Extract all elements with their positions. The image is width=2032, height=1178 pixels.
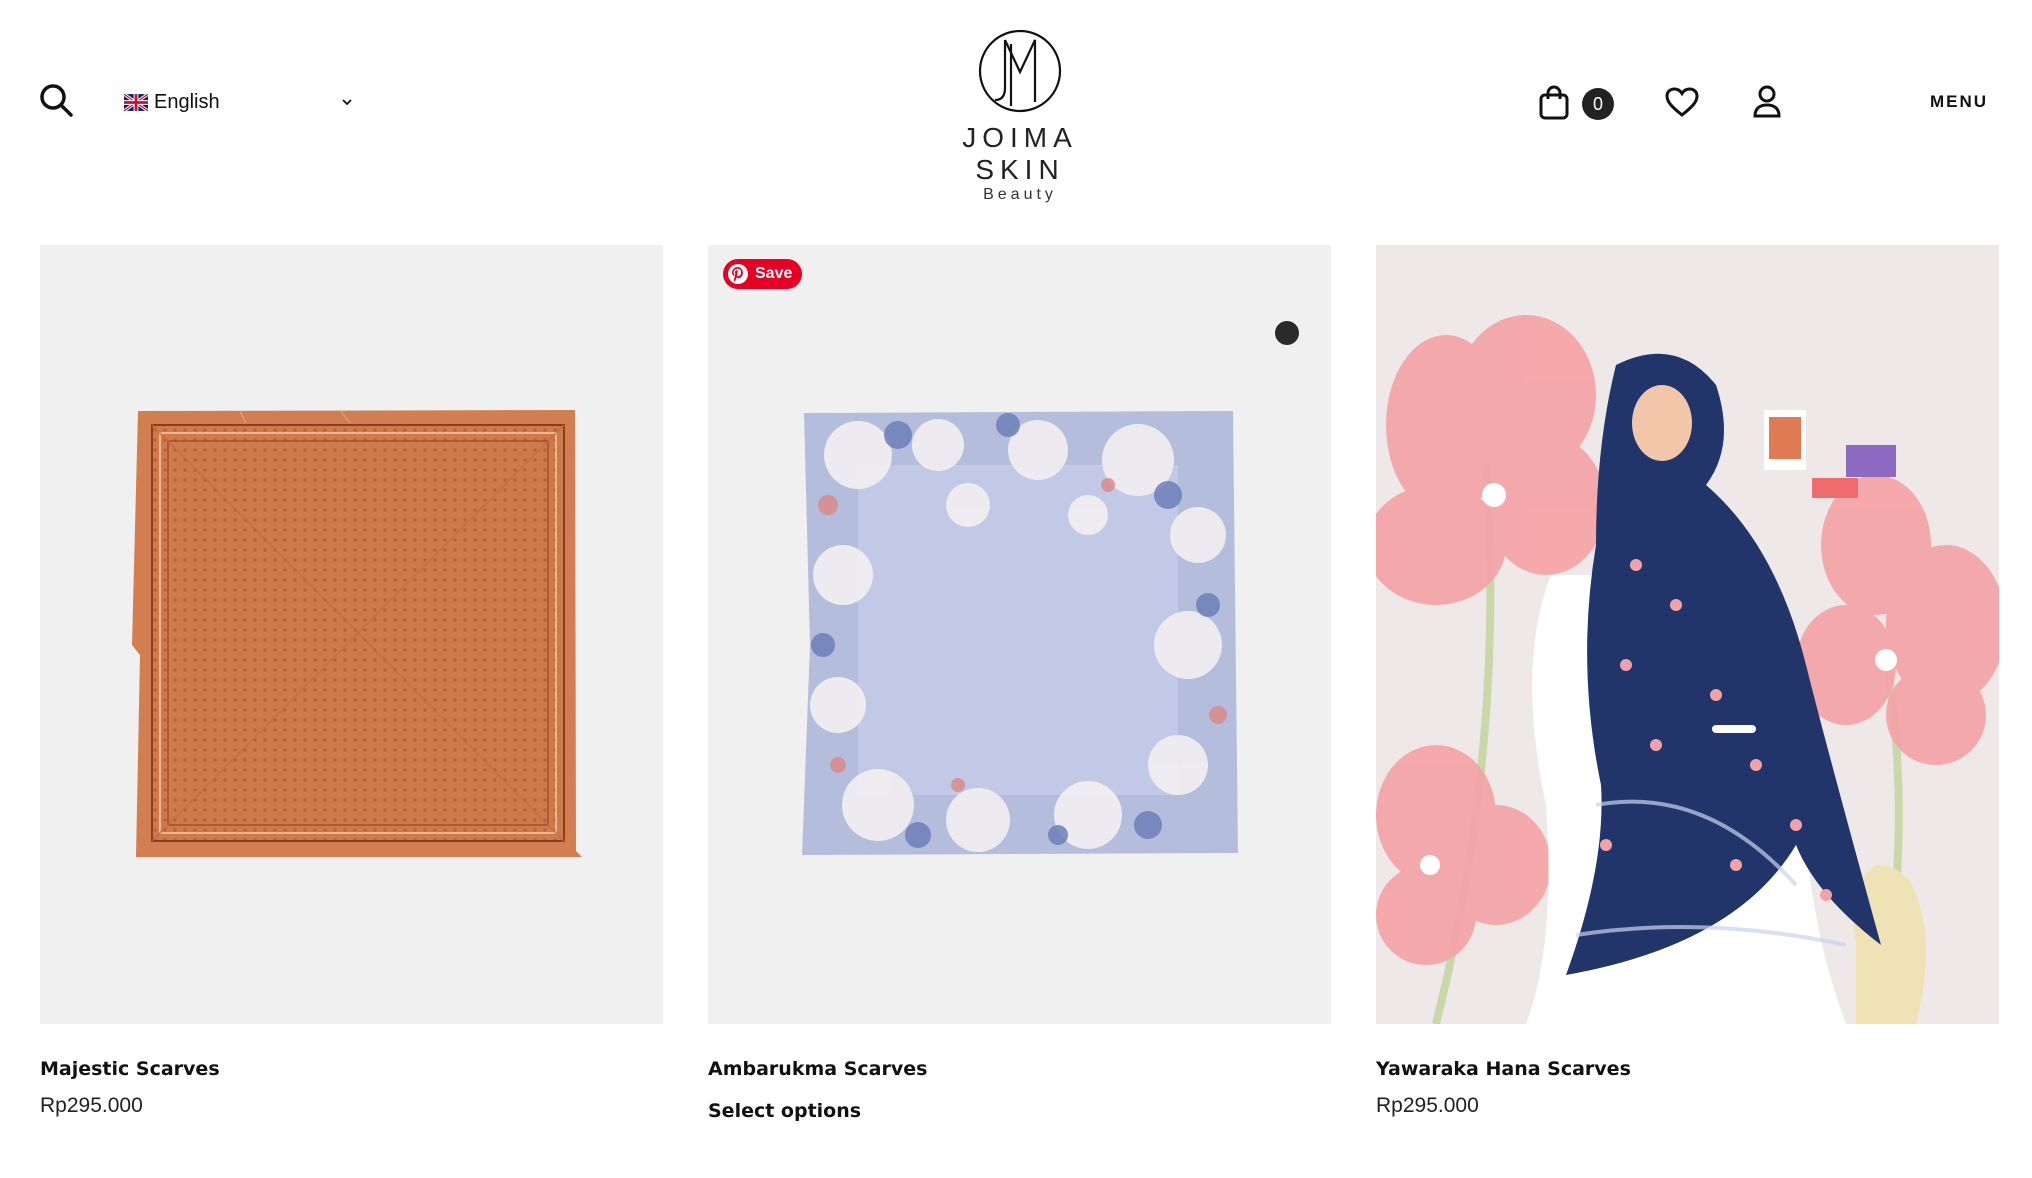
pinterest-save-label: Save [755, 265, 793, 282]
cart-button[interactable]: 0 [1538, 84, 1618, 122]
product-price: Rp295.000 [1376, 1094, 1479, 1117]
product-card: Yawaraka Hana Scarves Rp295.000 [1376, 245, 1999, 1118]
product-image-yawaraka-hana[interactable] [1376, 245, 1999, 1024]
language-label: English [154, 90, 220, 113]
uk-flag-icon [123, 92, 149, 112]
site-logo[interactable]: JOIMA SKIN Beauty [925, 26, 1115, 203]
lavender-scarf-image [802, 411, 1238, 855]
logo-name: JOIMA SKIN [962, 122, 1078, 185]
product-image-ambarukma[interactable]: Save [708, 245, 1331, 1024]
site-header: English JOIMA SKIN Beauty 0 MENU [0, 0, 2032, 210]
product-grid: Majestic Scarves Rp295.000 Save Ambarukm… [40, 245, 2000, 1145]
product-title[interactable]: Yawaraka Hana Scarves [1376, 1058, 1999, 1080]
chevron-down-icon [340, 95, 354, 109]
indicator-dot [1275, 321, 1299, 345]
user-icon[interactable] [1752, 84, 1782, 120]
cart-count-badge: 0 [1582, 88, 1614, 120]
menu-button[interactable]: MENU [1930, 92, 1988, 112]
product-title[interactable]: Ambarukma Scarves [708, 1058, 1331, 1080]
search-icon[interactable] [38, 82, 74, 118]
logo-mark-icon [978, 29, 1062, 113]
product-card: Majestic Scarves Rp295.000 [40, 245, 663, 1118]
heart-icon[interactable] [1664, 86, 1700, 118]
product-image-majestic[interactable] [40, 245, 663, 1024]
product-card: Save Ambarukma Scarves Select options [708, 245, 1331, 1122]
shopping-bag-icon [1539, 85, 1569, 120]
product-title[interactable]: Majestic Scarves [40, 1058, 663, 1080]
pinterest-save-button[interactable]: Save [723, 259, 803, 289]
select-options-link[interactable]: Select options [708, 1100, 1331, 1122]
pinterest-icon [728, 264, 748, 284]
model-hijab-image [1376, 245, 1999, 1024]
logo-subtitle: Beauty [983, 186, 1057, 203]
product-price: Rp295.000 [40, 1094, 143, 1117]
language-selector[interactable]: English [123, 88, 354, 116]
orange-scarf-image [132, 409, 582, 857]
